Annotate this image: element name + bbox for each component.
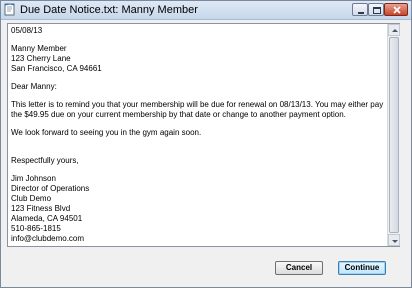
letter-closing: Respectfully yours, — [11, 156, 79, 165]
title-bar[interactable]: Due Date Notice.txt: Manny Member — [1, 1, 411, 20]
sender-title: Director of Operations — [11, 184, 90, 193]
vertical-scrollbar[interactable] — [387, 24, 400, 246]
arrow-up-icon — [392, 29, 398, 32]
scroll-up-button[interactable] — [388, 24, 400, 36]
recipient-name: Manny Member — [11, 44, 67, 53]
letter-content: 05/08/13 Manny Member 123 Cherry Lane Sa… — [11, 26, 387, 244]
continue-button[interactable]: Continue — [338, 261, 386, 275]
cancel-button[interactable]: Cancel — [275, 261, 323, 275]
sender-phone: 510-865-1815 — [11, 224, 61, 233]
sender-email: info@clubdemo.com — [11, 234, 85, 243]
letter-text-area[interactable]: 05/08/13 Manny Member 123 Cherry Lane Sa… — [7, 23, 400, 247]
letter-date: 05/08/13 — [11, 26, 43, 35]
minimize-icon — [358, 12, 364, 14]
scroll-thumb[interactable] — [389, 37, 399, 233]
sender-company: Club Demo — [11, 194, 52, 203]
recipient-city: San Francisco, CA 94661 — [11, 64, 102, 73]
letter-paragraph-1: This letter is to remind you that your m… — [11, 100, 384, 119]
notepad-icon — [4, 3, 16, 16]
recipient-street: 123 Cherry Lane — [11, 54, 71, 63]
close-button[interactable] — [384, 3, 408, 16]
minimize-button[interactable] — [352, 3, 368, 16]
letter-greeting: Dear Manny: — [11, 82, 57, 91]
dialog-window: Due Date Notice.txt: Manny Member 05/08/… — [0, 0, 412, 288]
maximize-icon — [373, 7, 381, 14]
sender-street: 123 Fitness Blvd — [11, 204, 71, 213]
arrow-down-icon — [392, 240, 398, 243]
scroll-down-button[interactable] — [388, 234, 400, 246]
sender-name: Jim Johnson — [11, 174, 56, 183]
letter-paragraph-2: We look forward to seeing you in the gym… — [11, 128, 202, 137]
sender-city: Alameda, CA 94501 — [11, 214, 83, 223]
maximize-button[interactable] — [368, 3, 384, 16]
window-title: Due Date Notice.txt: Manny Member — [20, 4, 198, 16]
close-icon — [393, 6, 401, 14]
